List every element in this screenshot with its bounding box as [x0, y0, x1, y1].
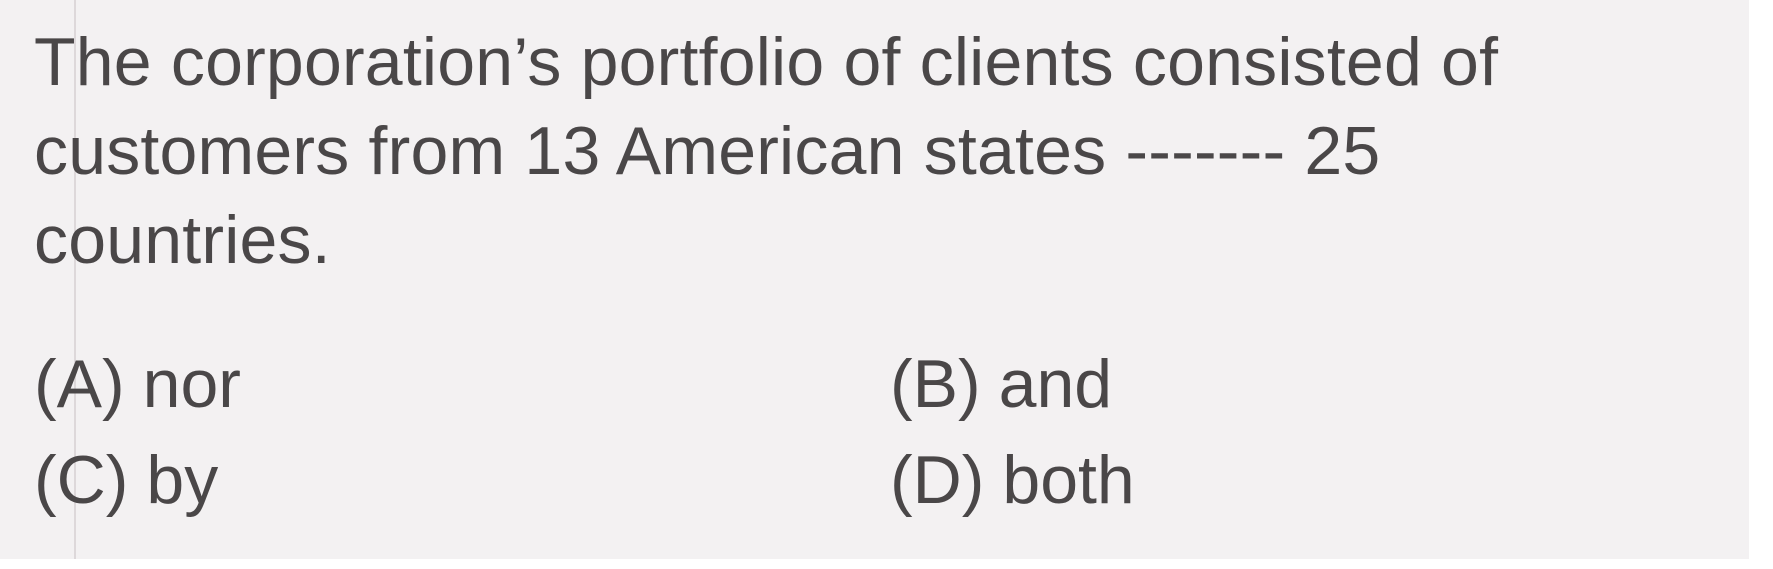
question-text: The corporation’s portfolio of clients c… — [34, 18, 1754, 285]
page-bottom-margin — [0, 559, 1773, 569]
option-a-text: nor — [142, 346, 241, 422]
question-line-2: customers from 13 American states ------… — [34, 113, 1381, 189]
option-c[interactable]: (C) by — [34, 436, 218, 525]
option-d[interactable]: (D) both — [890, 436, 1135, 525]
question-line-1: The corporation’s portfolio of clients c… — [34, 24, 1499, 100]
option-a-letter: (A) — [34, 346, 125, 422]
option-c-text: by — [146, 442, 219, 518]
option-d-letter: (D) — [890, 442, 985, 518]
option-b-letter: (B) — [890, 346, 981, 422]
question-card: The corporation’s portfolio of clients c… — [0, 0, 1773, 569]
option-b-text: and — [998, 346, 1113, 422]
option-d-text: both — [1002, 442, 1135, 518]
question-line-3: countries. — [34, 202, 331, 278]
option-b[interactable]: (B) and — [890, 340, 1112, 429]
page-right-margin — [1749, 0, 1773, 569]
option-c-letter: (C) — [34, 442, 129, 518]
option-a[interactable]: (A) nor — [34, 340, 241, 429]
